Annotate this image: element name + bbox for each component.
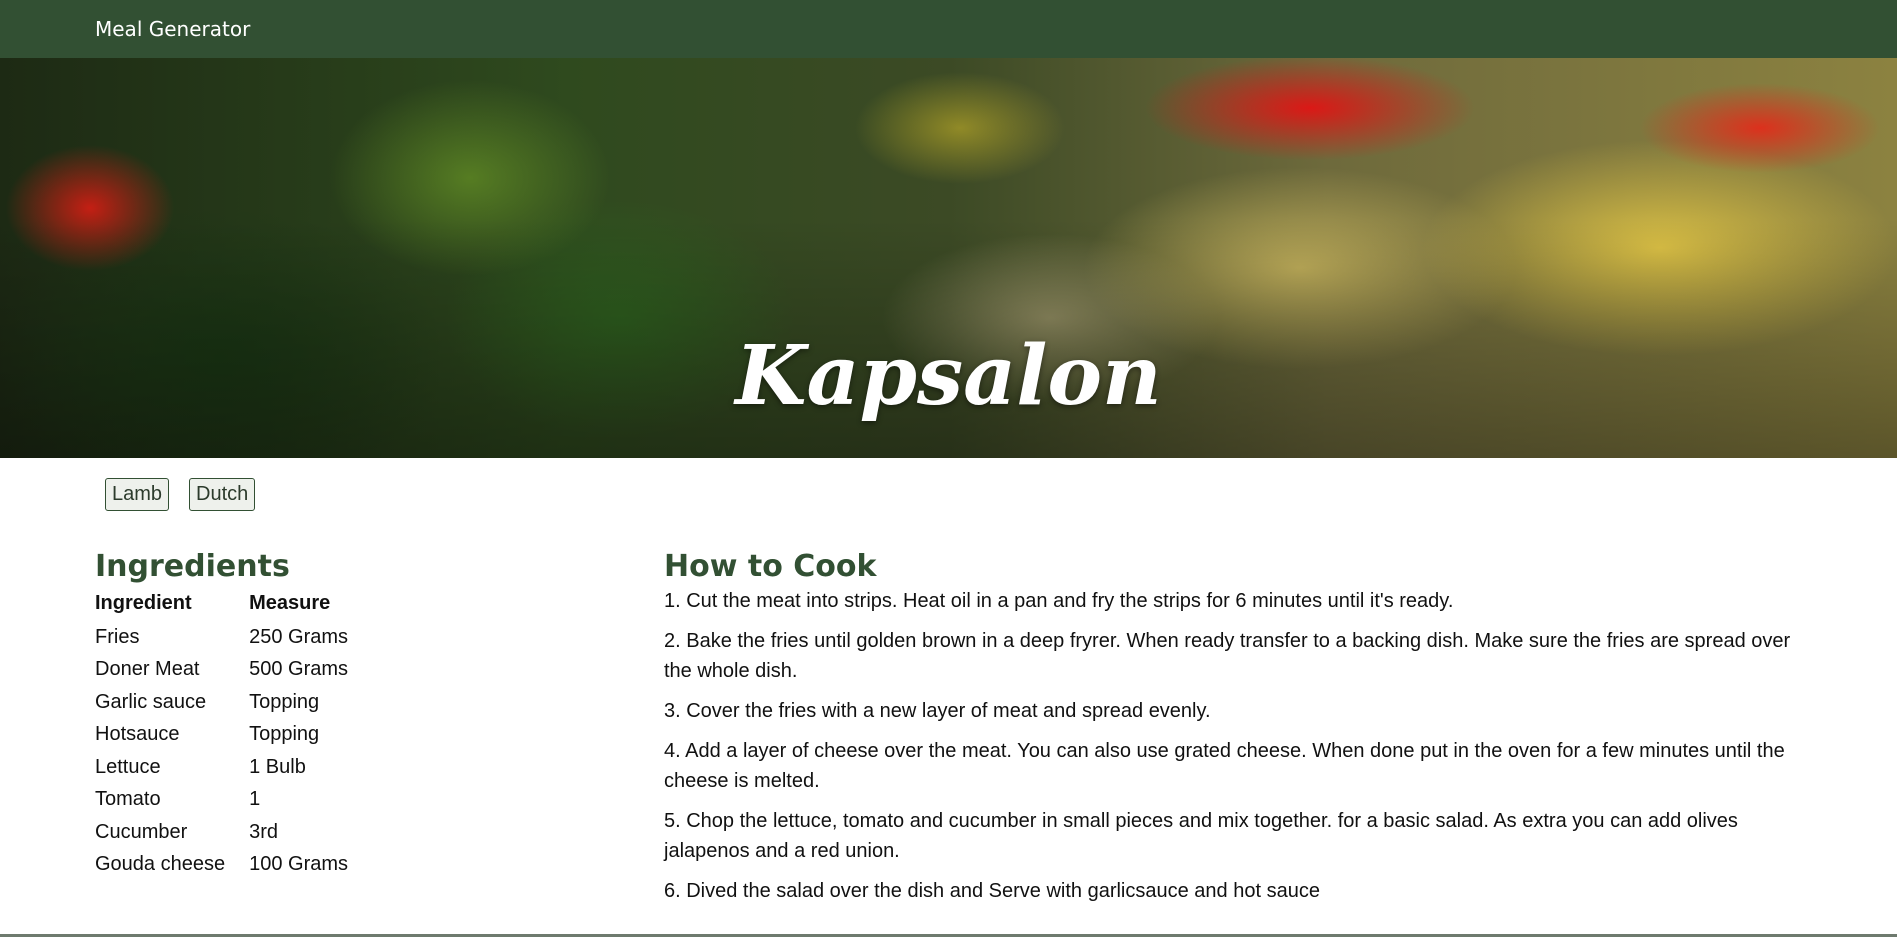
ingredient-cell: Garlic sauce bbox=[95, 690, 207, 713]
hero-banner: Kapsalon bbox=[0, 58, 1897, 458]
ingredients-section: Ingredients Ingredient Measure Fries 250… bbox=[95, 548, 595, 881]
ingredient-cell: Lettuce bbox=[95, 755, 161, 778]
measure-cell: Topping bbox=[249, 690, 320, 713]
measure-cell: 250 Grams bbox=[249, 625, 349, 648]
instruction-step: 1. Cut the meat into strips. Heat oil in… bbox=[664, 590, 1454, 612]
table-row: Tomato 1 bbox=[95, 784, 372, 817]
instructions-heading: How to Cook bbox=[664, 549, 877, 584]
table-row: Fries 250 Grams bbox=[95, 621, 372, 654]
ingredient-cell: Cucumber bbox=[95, 820, 188, 843]
table-row: Hotsauce Topping bbox=[95, 719, 372, 752]
measure-column-header: Measure bbox=[249, 592, 331, 614]
ingredient-cell: Hotsauce bbox=[95, 723, 180, 746]
ingredient-cell: Fries bbox=[95, 625, 140, 648]
instruction-steps: 1. Cut the meat into strips. Heat oil in… bbox=[664, 586, 1804, 906]
instruction-step: 2. Bake the fries until golden brown in … bbox=[664, 630, 1791, 682]
measure-cell: 3rd bbox=[249, 820, 279, 843]
measure-cell: Topping bbox=[249, 723, 320, 746]
measure-cell: 1 bbox=[249, 788, 261, 811]
table-row: Garlic sauce Topping bbox=[95, 686, 372, 719]
ingredients-table: Ingredient Measure Fries 250 Grams Doner… bbox=[95, 590, 372, 881]
tag-category[interactable]: Lamb bbox=[105, 478, 170, 511]
table-row: Cucumber 3rd bbox=[95, 816, 372, 849]
measure-cell: 100 Grams bbox=[249, 853, 349, 876]
measure-cell: 1 Bulb bbox=[249, 755, 306, 778]
instructions-section: How to Cook 1. Cut the meat into strips.… bbox=[664, 548, 1804, 916]
ingredient-column-header: Ingredient bbox=[95, 592, 192, 614]
meal-title: Kapsalon bbox=[735, 328, 1162, 424]
tag-area[interactable]: Dutch bbox=[189, 478, 256, 511]
ingredients-heading: Ingredients bbox=[95, 549, 290, 584]
table-row: Doner Meat 500 Grams bbox=[95, 654, 372, 687]
table-row: Gouda cheese 100 Grams bbox=[95, 849, 372, 882]
ingredient-cell: Doner Meat bbox=[95, 658, 200, 681]
instruction-step: 6. Dived the salad over the dish and Ser… bbox=[664, 880, 1320, 902]
ingredient-cell: Gouda cheese bbox=[95, 853, 226, 876]
table-row: Lettuce 1 Bulb bbox=[95, 751, 372, 784]
instruction-step: 4. Add a layer of cheese over the meat. … bbox=[664, 740, 1785, 792]
top-navbar: Meal Generator bbox=[0, 0, 1897, 58]
instruction-step: 5. Chop the lettuce, tomato and cucumber… bbox=[664, 810, 1738, 862]
meal-tags: Lamb Dutch bbox=[105, 478, 256, 511]
ingredient-cell: Tomato bbox=[95, 788, 161, 811]
measure-cell: 500 Grams bbox=[249, 658, 349, 681]
table-header-row: Ingredient Measure bbox=[95, 590, 372, 621]
brand-link[interactable]: Meal Generator bbox=[95, 17, 250, 41]
instruction-step: 3. Cover the fries with a new layer of m… bbox=[664, 700, 1211, 722]
